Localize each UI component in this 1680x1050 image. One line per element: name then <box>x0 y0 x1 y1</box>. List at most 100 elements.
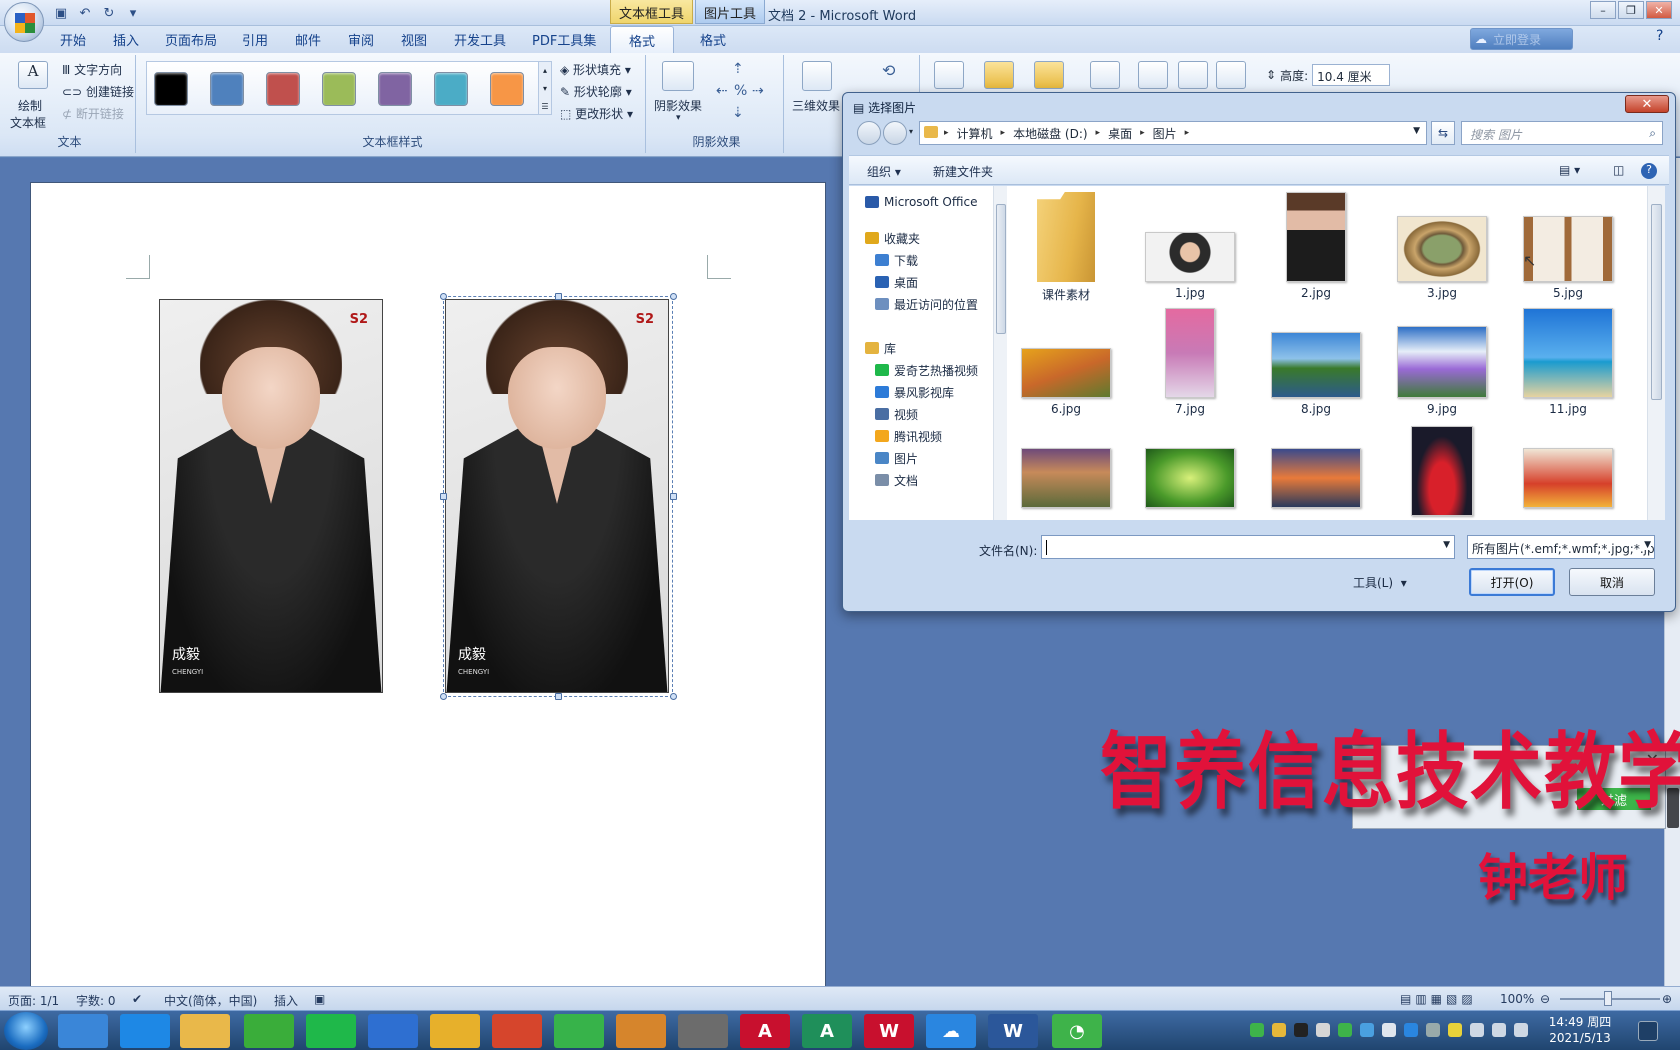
text-wrap-icon[interactable] <box>1090 61 1120 89</box>
new-folder-button[interactable]: 新建文件夹 <box>933 163 993 180</box>
tab-developer[interactable]: 开发工具 <box>454 30 506 49</box>
tilt-icon[interactable]: ⟲ <box>882 61 895 80</box>
nav-item-office[interactable]: Microsoft Office <box>865 192 977 212</box>
resize-handle[interactable] <box>555 693 562 700</box>
tray-icon[interactable] <box>1338 1023 1352 1037</box>
text-direction-button[interactable]: Ⅲ 文字方向 <box>62 61 122 78</box>
align-icon[interactable] <box>1138 61 1168 89</box>
file-item[interactable]: 课件素材 <box>1011 192 1121 303</box>
tray-icon[interactable] <box>1294 1023 1308 1037</box>
textbox-selection-frame[interactable] <box>443 296 673 697</box>
language-indicator[interactable]: 中文(简体，中国) <box>164 992 257 1009</box>
draw-textbox-button[interactable]: 绘制 <box>18 97 42 114</box>
word-icon[interactable]: W <box>988 1014 1038 1048</box>
customize-qat-icon[interactable]: ▾ <box>124 4 142 22</box>
zoom-slider-thumb[interactable] <box>1604 991 1612 1006</box>
nav-item-pictures[interactable]: 图片 <box>875 448 918 468</box>
style-swatch[interactable] <box>490 72 524 106</box>
zoom-out-icon[interactable]: ⊖ <box>1540 992 1550 1006</box>
help-icon[interactable]: ? <box>1656 28 1663 44</box>
file-item[interactable]: 7.jpg <box>1135 308 1245 416</box>
tab-references[interactable]: 引用 <box>242 30 268 49</box>
chevron-down-icon[interactable]: ▼ <box>1443 540 1450 550</box>
address-bar[interactable]: ▸ 计算机 ▸ 本地磁盘 (D:) ▸ 桌面 ▸ 图片 ▸ ▼ <box>919 121 1427 145</box>
cancel-button[interactable]: 取消 <box>1569 568 1655 596</box>
action-center-icon[interactable] <box>1514 1023 1528 1037</box>
file-item[interactable]: 1.jpg <box>1135 192 1245 300</box>
address-dropdown-icon[interactable]: ▼ <box>1413 126 1420 136</box>
undo-icon[interactable]: ↶ <box>76 4 94 22</box>
sign-in-button[interactable]: ☁ 立即登录 <box>1470 28 1573 50</box>
chrome-icon[interactable] <box>430 1014 480 1048</box>
browser360-icon[interactable] <box>244 1014 294 1048</box>
paint-icon[interactable] <box>492 1014 542 1048</box>
minimize-button[interactable]: – <box>1590 1 1616 19</box>
file-list-scrollbar[interactable] <box>1647 186 1665 520</box>
zoom-in-icon[interactable]: ⊕ <box>1662 992 1672 1006</box>
tray-icon[interactable] <box>1426 1023 1440 1037</box>
taskbar-clock[interactable]: 14:49 周四 2021/5/13 <box>1540 1014 1620 1046</box>
close-button[interactable]: ✕ <box>1646 1 1672 19</box>
nav-item-desktop[interactable]: 桌面 <box>875 272 918 292</box>
ie-icon[interactable] <box>120 1014 170 1048</box>
nav-item-downloads[interactable]: 下载 <box>875 250 918 270</box>
photo-viewer-icon[interactable] <box>616 1014 666 1048</box>
wps-icon[interactable]: W <box>864 1014 914 1048</box>
portrait-photo-left[interactable]: S2 成毅 CHENGYI <box>159 299 383 693</box>
organize-button[interactable]: 组织 ▾ <box>867 163 901 180</box>
volume-icon[interactable] <box>1492 1023 1506 1037</box>
tray-icon[interactable] <box>1448 1023 1462 1037</box>
style-swatch[interactable] <box>378 72 412 106</box>
nav-item-tencent[interactable]: 腾讯视频 <box>875 426 942 446</box>
tray-icon[interactable] <box>1250 1023 1264 1037</box>
file-type-select[interactable]: 所有图片(*.emf;*.wmf;*.jpg;*.jp ▼ <box>1467 535 1655 559</box>
save-icon[interactable]: ▣ <box>52 4 70 22</box>
nudge-left-icon[interactable]: ⇠ <box>716 83 728 99</box>
nav-item-videos[interactable]: 视频 <box>875 404 918 424</box>
file-item[interactable]: 9.jpg <box>1387 308 1497 416</box>
history-dropdown-icon[interactable]: ▾ <box>909 127 913 136</box>
style-swatch[interactable] <box>210 72 244 106</box>
wechat-icon[interactable]: ◔ <box>1052 1014 1102 1048</box>
start-button[interactable] <box>4 1012 48 1050</box>
tray-icon[interactable] <box>1360 1023 1374 1037</box>
player-icon[interactable] <box>554 1014 604 1048</box>
office-button[interactable] <box>4 2 44 42</box>
file-item[interactable]: 11.jpg <box>1513 308 1623 416</box>
tab-home[interactable]: 开始 <box>60 30 86 49</box>
help-icon[interactable]: ? <box>1641 163 1657 179</box>
refresh-button[interactable]: ⇆ <box>1431 121 1455 145</box>
tray-icon[interactable] <box>1382 1023 1396 1037</box>
resize-handle[interactable] <box>670 493 677 500</box>
network-icon[interactable] <box>1470 1023 1484 1037</box>
nudge-down-icon[interactable]: ⇣ <box>732 105 744 121</box>
redo-icon[interactable]: ↻ <box>100 4 118 22</box>
shadow-effects-button[interactable]: 阴影效果 <box>654 97 702 114</box>
create-link-button[interactable]: ⊂⊃ 创建链接 <box>62 83 134 100</box>
file-item[interactable] <box>1261 426 1371 512</box>
style-swatch[interactable] <box>322 72 356 106</box>
nav-item-libraries[interactable]: 库 <box>865 338 896 358</box>
resize-handle[interactable] <box>555 293 562 300</box>
resize-handle[interactable] <box>440 693 447 700</box>
tab-textbox-format[interactable]: 格式 <box>610 26 675 53</box>
draw-textbox-label[interactable]: 文本框 <box>10 114 46 131</box>
tab-pdf-tools[interactable]: PDF工具集 <box>532 30 596 49</box>
open-button[interactable]: 打开(O) <box>1469 568 1555 596</box>
preview-pane-icon[interactable]: ◫ <box>1613 163 1624 177</box>
tab-mailings[interactable]: 邮件 <box>295 30 321 49</box>
resize-handle[interactable] <box>440 293 447 300</box>
rotate-icon[interactable] <box>1216 61 1246 89</box>
tab-review[interactable]: 审阅 <box>348 30 374 49</box>
filename-input[interactable]: ▼ <box>1041 535 1455 559</box>
nudge-up-icon[interactable]: ⇡ <box>732 61 744 77</box>
document-page[interactable]: S2 成毅 CHENGYI S2 成毅 CHENGYI <box>30 182 826 988</box>
tab-picture-format[interactable]: 格式 <box>700 30 726 49</box>
insert-mode[interactable]: 插入 <box>274 992 298 1009</box>
file-item[interactable]: 6.jpg <box>1011 308 1121 416</box>
shadow-toggle-icon[interactable]: % <box>734 83 747 99</box>
publisher-icon[interactable]: A <box>802 1014 852 1048</box>
view-options-icon[interactable]: ▤ ▾ <box>1559 163 1580 177</box>
file-item[interactable] <box>1135 426 1245 512</box>
file-item[interactable]: 8.jpg <box>1261 308 1371 416</box>
